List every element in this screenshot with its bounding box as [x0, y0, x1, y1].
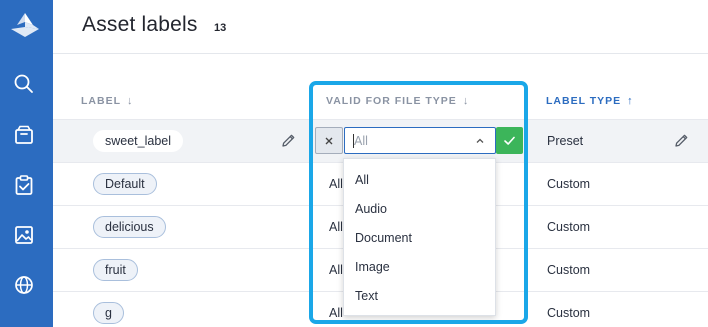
label-type-cell: Custom: [547, 177, 591, 191]
clipboard-check-icon[interactable]: [13, 174, 35, 196]
column-header-label-text: LABEL: [81, 95, 121, 107]
file-type-select-placeholder: All: [354, 134, 368, 148]
dropdown-option-all[interactable]: All: [355, 173, 369, 187]
label-name-field[interactable]: sweet_label: [93, 130, 184, 152]
sort-down-icon: ↓: [462, 95, 470, 107]
column-header-valid-file-type[interactable]: VALID FOR FILE TYPE ↓: [326, 95, 469, 107]
chevron-up-icon: [476, 138, 484, 143]
close-icon: [325, 137, 333, 144]
column-header-label[interactable]: LABEL ↓: [81, 95, 134, 107]
cancel-edit-button[interactable]: [315, 127, 343, 154]
label-count: 13: [214, 22, 227, 34]
image-icon[interactable]: [13, 224, 35, 246]
confirm-edit-button[interactable]: [496, 127, 523, 154]
label-type-cell: Custom: [547, 220, 591, 234]
column-header-type-text: LABEL TYPE: [546, 95, 622, 107]
valid-file-type-cell: All: [329, 263, 343, 277]
sidebar: [0, 0, 53, 327]
dropdown-option-document[interactable]: Document: [355, 231, 412, 245]
table-row-editing: sweet_label All Preset: [53, 119, 708, 162]
dropdown-option-audio[interactable]: Audio: [355, 202, 387, 216]
label-type-cell: Preset: [547, 134, 584, 148]
valid-file-type-cell: All: [329, 306, 343, 320]
inbox-icon[interactable]: [13, 124, 35, 146]
search-icon[interactable]: [13, 73, 35, 95]
column-header-valid-text: VALID FOR FILE TYPE: [326, 95, 457, 107]
label-type-cell: Custom: [547, 263, 591, 277]
globe-icon[interactable]: [13, 274, 35, 296]
file-type-select[interactable]: All: [344, 127, 496, 154]
file-type-dropdown-menu: All Audio Document Image Text: [343, 158, 496, 316]
column-header-label-type[interactable]: LABEL TYPE ↑: [546, 95, 634, 107]
label-chip: Default: [93, 173, 157, 195]
check-icon: [504, 136, 515, 145]
page-title: Asset labels: [82, 13, 198, 36]
logo-icon[interactable]: [9, 11, 41, 39]
label-chip: g: [93, 302, 124, 324]
label-type-cell: Custom: [547, 306, 591, 320]
valid-file-type-cell: All: [329, 177, 343, 191]
pencil-icon[interactable]: [281, 133, 296, 148]
dropdown-option-text[interactable]: Text: [355, 289, 378, 303]
pencil-icon[interactable]: [674, 133, 689, 148]
page-header: Asset labels 13: [53, 0, 708, 54]
sort-down-icon: ↓: [127, 95, 134, 107]
valid-file-type-cell: All: [329, 220, 343, 234]
label-chip: delicious: [93, 216, 166, 238]
label-chip: fruit: [93, 259, 138, 281]
dropdown-option-image[interactable]: Image: [355, 260, 390, 274]
sort-up-icon: ↑: [627, 95, 634, 107]
